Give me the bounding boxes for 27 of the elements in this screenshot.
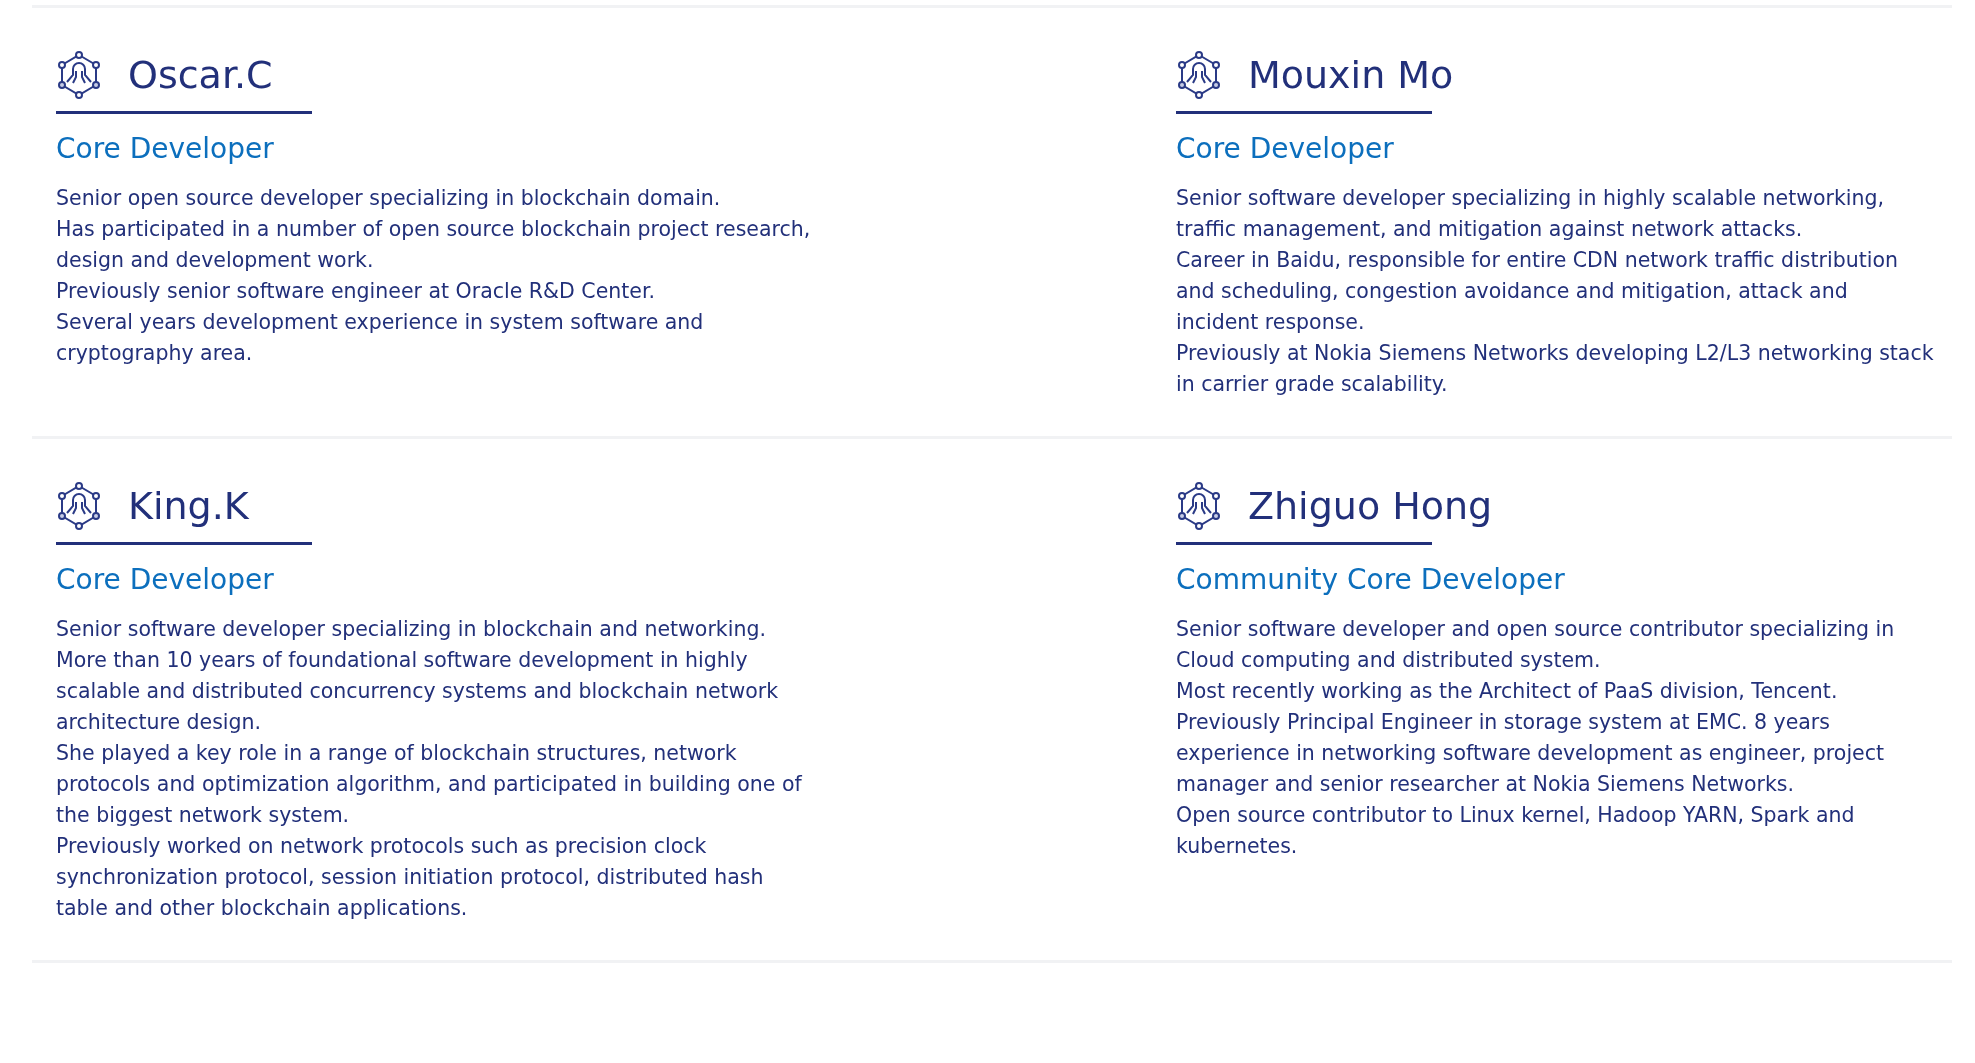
bio-paragraph: Senior open source developer specializing in blockchain domain. [56,185,722,212]
bio-paragraph: Several years development experience in system software and cryptography area. [56,309,705,367]
bio-paragraph: Previously worked on network protocols such as precision clock synchronization protocol, session initiation protocol, distributed hash table and other blockchain applications. [56,833,765,922]
member-role: Core Developer [56,132,275,165]
member-name: Zhiguo Hong [1248,484,1493,528]
bio-paragraph: Open source contributor to Linux kernel, Hadoop YARN, Spark and kubernetes. [1176,802,1856,860]
member-role: Core Developer [1176,132,1395,165]
bio-paragraph: Previously senior software engineer at Oracle R&D Center. [56,278,656,305]
bio-paragraph: She played a key role in a range of blockchain structures, network protocols and optimization algorithm, and participated in building one of the biggest network system. [56,740,803,829]
member-role: Core Developer [56,563,275,596]
bio-paragraph: Previously Principal Engineer in storage system at EMC. 8 years experience in networking software development as engineer, project manager and senior researcher at Nokia Siemens Networks. [1176,709,1885,798]
network-person-icon [1176,482,1222,530]
bio-paragraph: Senior software developer specializing in highly scalable networking, traffic management, and mitigation against network attacks. [1176,185,1886,243]
bio-paragraph: Previously at Nokia Siemens Networks developing L2/L3 networking stack in carrier grade scalability. [1176,340,1935,398]
member-name: Mouxin Mo [1248,53,1454,97]
member-name: Oscar.C [128,53,273,97]
bio-paragraph: More than 10 years of foundational software development in highly scalable and distributed concurrency systems and blockchain network architecture design. [56,647,780,736]
bio-paragraph: Most recently working as the Architect of PaaS division, Tencent. [1176,678,1839,705]
bio-paragraph: Senior software developer and open source contributor specializing in Cloud computing and distributed system. [1176,616,1896,674]
network-person-icon [1176,51,1222,99]
bio-paragraph: Has participated in a number of open source blockchain project research, design and development work. [56,216,812,274]
network-person-icon [56,482,102,530]
bio-paragraph: Career in Baidu, responsible for entire CDN network traffic distribution and scheduling, congestion avoidance and mitigation, attack and incident response. [1176,247,1899,336]
bio-paragraph: Senior software developer specializing in blockchain and networking. [56,616,767,643]
member-name: King.K [128,484,249,528]
network-person-icon [56,51,102,99]
member-role: Community Core Developer [1176,563,1566,596]
